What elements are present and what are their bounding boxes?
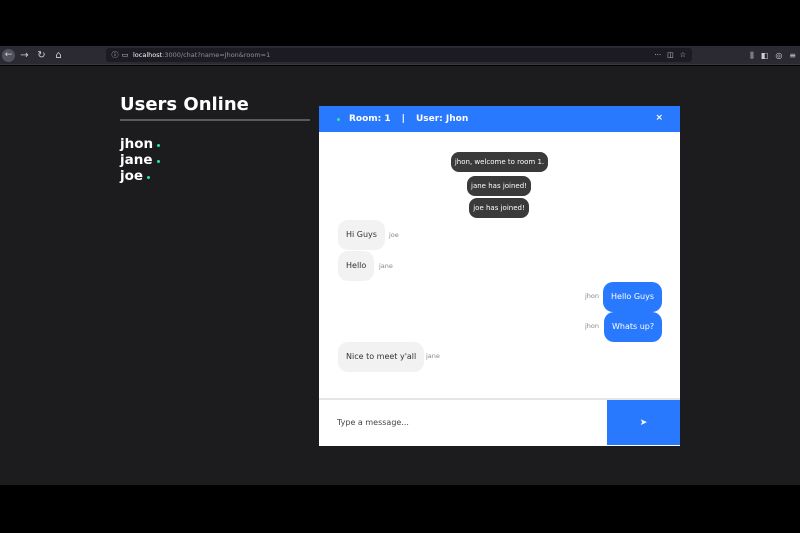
chat-header: Room: 1 | User: Jhon × xyxy=(319,106,680,132)
url-path: :3000/chat?name=Jhon&room=1 xyxy=(162,51,271,59)
user-label: User: Jhon xyxy=(415,114,469,124)
menu-icon[interactable]: ≡ xyxy=(789,51,796,60)
admin-message: jhon, welcome to room 1. xyxy=(451,152,548,172)
reload-button[interactable]: ↻ xyxy=(34,48,49,63)
user-name: jhon xyxy=(120,136,154,152)
arrow-left-icon: ← xyxy=(4,50,13,60)
more-actions-icon[interactable]: ··· xyxy=(654,51,661,59)
home-icon: ⌂ xyxy=(55,49,62,61)
online-user-item: jhon xyxy=(120,136,161,152)
online-status-icon xyxy=(156,159,160,163)
sidebar-icon[interactable]: ◧ xyxy=(761,51,769,60)
pocket-icon[interactable]: ◫ xyxy=(667,51,674,59)
message-sender: joe xyxy=(389,231,399,239)
outgoing-message: Whats up? xyxy=(604,312,663,342)
room-label: Room: 1 xyxy=(349,114,391,124)
browser-toolbar: ← → ↻ ⌂ ⓘ ▭ localhost:3000/chat?name=Jho… xyxy=(0,46,800,65)
message-composer: ➤ xyxy=(319,400,680,445)
account-icon[interactable]: ◎ xyxy=(775,51,782,60)
online-user-item: joe xyxy=(120,168,160,184)
online-users-list: jhon jane joe xyxy=(120,136,161,184)
user-name: jane xyxy=(120,152,153,168)
message-sender: jhon xyxy=(585,292,600,300)
library-icon[interactable]: ⫼ xyxy=(750,51,754,61)
screen-top-margin xyxy=(0,0,800,46)
admin-message: jane has joined! xyxy=(467,176,531,196)
send-button[interactable]: ➤ xyxy=(607,400,680,445)
message-sender: jane xyxy=(379,262,393,270)
send-icon: ➤ xyxy=(639,417,648,428)
back-button[interactable]: ← xyxy=(2,48,15,62)
chat-window: Room: 1 | User: Jhon × jhon, welcome to … xyxy=(319,106,680,446)
reload-icon: ↻ xyxy=(37,49,46,61)
home-button[interactable]: ⌂ xyxy=(51,48,66,63)
online-user-item: jane xyxy=(120,152,160,168)
url-host: localhost xyxy=(133,51,163,59)
info-icon[interactable]: ⓘ xyxy=(110,50,120,60)
online-status-icon xyxy=(157,143,161,147)
users-online-title: Users Online xyxy=(120,94,249,115)
screen-bottom-margin xyxy=(0,485,800,533)
online-status-icon xyxy=(147,175,151,179)
message-input[interactable] xyxy=(319,400,607,445)
user-name: joe xyxy=(120,168,144,184)
page-icon: ▭ xyxy=(121,51,129,59)
incoming-message: Hi Guys xyxy=(338,220,385,250)
message-sender: jhon xyxy=(585,322,600,330)
outgoing-message: Hello Guys xyxy=(603,282,662,312)
message-list: jhon, welcome to room 1. jane has joined… xyxy=(319,132,680,398)
header-separator: | xyxy=(401,114,405,124)
admin-message: joe has joined! xyxy=(469,198,529,218)
arrow-right-icon: → xyxy=(20,49,29,61)
url-bar[interactable]: ⓘ ▭ localhost:3000/chat?name=Jhon&room=1… xyxy=(106,48,692,62)
incoming-message: Hello xyxy=(338,251,375,281)
online-status-icon xyxy=(337,117,340,121)
close-icon[interactable]: × xyxy=(655,113,663,123)
message-sender: jane xyxy=(426,352,440,360)
bookmark-star-icon[interactable]: ☆ xyxy=(680,51,686,59)
users-title-divider xyxy=(120,119,310,121)
forward-button[interactable]: → xyxy=(17,48,32,63)
incoming-message: Nice to meet y'all xyxy=(338,342,425,372)
